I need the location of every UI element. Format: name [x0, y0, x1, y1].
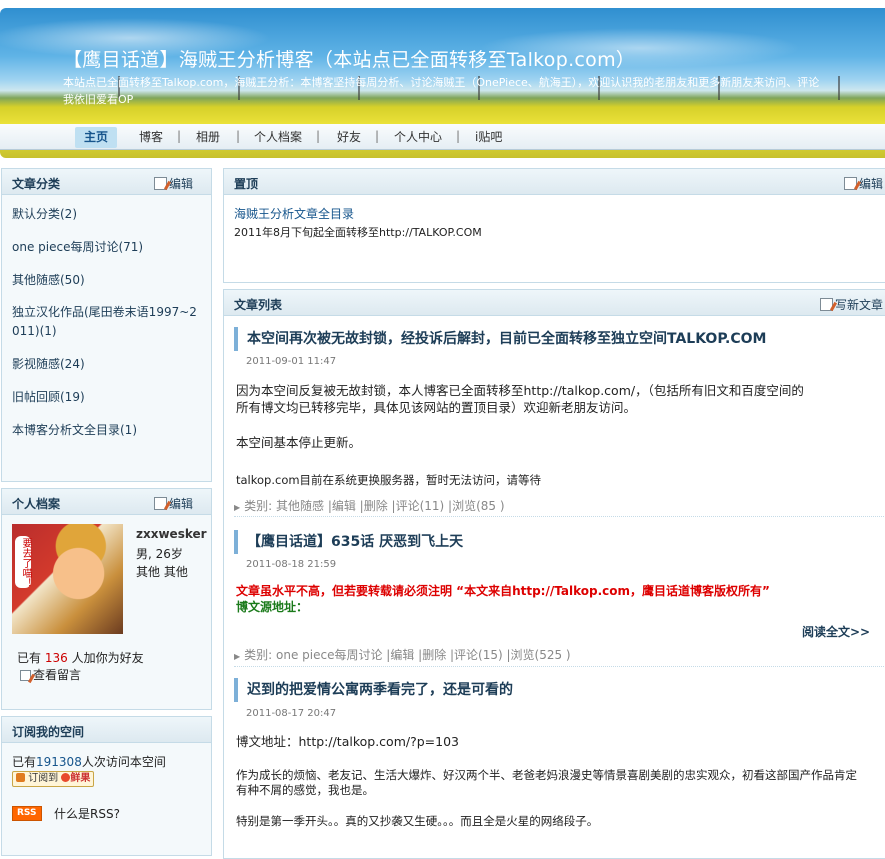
article-divider [234, 666, 884, 667]
write-article-label: 写新文章 [835, 298, 884, 312]
subscribe-header: 订阅我的空间 [2, 717, 211, 743]
visits-prefix: 已有 [12, 755, 37, 769]
article-meta-2[interactable]: ▶ 类别: one piece每周讨论 |编辑 |删除 |评论(15) |浏览(5… [234, 646, 571, 663]
article-meta-1-text: 类别: 其他随感 |编辑 |删除 |评论(11) |浏览(85 ) [244, 499, 505, 513]
article-list-header: 文章列表 写新文章 [224, 290, 885, 316]
nav-home[interactable]: 主页 [75, 127, 118, 148]
pinned-edit-label: 编辑 [859, 177, 884, 191]
article-meta-1[interactable]: ▶ 类别: 其他随感 |编辑 |删除 |评论(11) |浏览(85 ) [234, 497, 505, 514]
profile-gender-age: 男, 26岁 [136, 547, 183, 561]
category-edit-label: 编辑 [169, 177, 194, 191]
site-description-line2: 我依旧爱看OP [63, 93, 134, 106]
category-item-other[interactable]: 其他随感(50) [12, 271, 85, 290]
friends-count: 136 [44, 651, 68, 665]
nav-profile[interactable]: 个人档案 [245, 127, 311, 148]
nav-separator: | [177, 129, 182, 143]
category-edit-button[interactable]: 编辑 [154, 175, 193, 192]
friends-suffix: 人加你为好友 [71, 651, 144, 665]
visits-count: 191308 [36, 755, 82, 769]
edit-icon [844, 177, 857, 190]
profile-edit-button[interactable]: 编辑 [154, 495, 193, 512]
article-meta-2-text: 类别: one piece每周讨论 |编辑 |删除 |评论(15) |浏览(52… [244, 648, 571, 662]
category-item-onepiece[interactable]: one piece每周讨论(71) [12, 238, 143, 257]
profile-edit-label: 编辑 [169, 497, 194, 511]
pinned-panel: 置顶 编辑 海贼王分析文章全目录 2011年8月下旬起全面转移至http://T… [223, 168, 885, 283]
category-header: 文章分类 编辑 [2, 169, 211, 195]
article-list-title: 文章列表 [234, 298, 283, 312]
article-title-3[interactable]: 迟到的把爱情公寓两季看完了，还是可看的 [234, 678, 513, 702]
visit-count-line: 已有191308人次访问本空间 [12, 753, 166, 770]
nav-friends[interactable]: 好友 [328, 127, 370, 148]
nav-album[interactable]: 相册 [187, 127, 229, 148]
profile-title: 个人档案 [12, 497, 61, 511]
article-body-3-line1: 博文地址：http://talkop.com/?p=103 [236, 734, 459, 749]
category-item-translation-cont[interactable]: 011)(1) [12, 322, 57, 341]
category-item-old-posts[interactable]: 旧帖回顾(19) [12, 388, 85, 407]
article-body-1-line3: 本空间基本停止更新。 [236, 435, 362, 450]
main-nav: 主页 博客 | 相册 | 个人档案 | 好友 | 个人中心 | i贴吧 [0, 124, 885, 150]
article-date-1: 2011-09-01 11:47 [246, 356, 337, 367]
nav-blog[interactable]: 博客 [130, 127, 172, 148]
read-more-link[interactable]: 阅读全文>> [802, 623, 870, 640]
article-title-1[interactable]: 本空间再次被无故封锁，经投诉后解封，目前已全面转移至独立空间TALKOP.COM [234, 327, 766, 351]
edit-icon [154, 177, 167, 190]
site-description: 本站点已全面转移至Talkop.com，海贼王分析：本博客坚持每周分析、讨论海贼… [63, 76, 820, 89]
article-copyright-notice: 文章虽水平不高，但若要转载请必须注明 “本文来自http://Talkop.co… [236, 584, 770, 598]
category-item-index[interactable]: 本博客分析文全目录(1) [12, 421, 137, 440]
triangle-icon: ▶ [234, 503, 241, 512]
category-item-translation[interactable]: 独立汉化作品(尾田卷末语1997~2 [12, 303, 197, 322]
nav-personal-center[interactable]: 个人中心 [385, 127, 451, 148]
pinned-title: 置顶 [234, 177, 259, 191]
avatar-speech-bubble: 要去了喵！ [15, 536, 31, 588]
category-panel: 文章分类 编辑 默认分类(2) one piece每周讨论(71) 其他随感(5… [1, 168, 212, 482]
rss-help-link[interactable]: 什么是RSS? [54, 805, 120, 822]
article-body-1-line2: 所有博文均已转移完毕，具体见该网站的置顶目录）欢迎新老朋友访问。 [236, 400, 637, 415]
article-list-panel: 文章列表 写新文章 本空间再次被无故封锁，经投诉后解封，目前已全面转移至独立空间… [223, 289, 885, 859]
feed-button-label: 订阅到 [28, 773, 59, 784]
article-date-2: 2011-08-18 21:59 [246, 559, 337, 570]
profile-panel: 个人档案 编辑 要去了喵！ zxxwesker 男, 26岁 其他 其他 已有 … [1, 488, 212, 710]
nav-separator: | [375, 129, 380, 143]
write-article-button[interactable]: 写新文章 [820, 296, 883, 313]
guestbook-label: 查看留言 [33, 668, 82, 682]
subscribe-title: 订阅我的空间 [12, 725, 85, 739]
nav-separator: | [236, 129, 241, 143]
friends-prefix: 已有 [17, 651, 42, 665]
nav-separator: | [316, 129, 321, 143]
avatar[interactable]: 要去了喵！ [12, 524, 123, 634]
article-title-2[interactable]: 【鹰目话道】635话 厌恶到飞上天 [234, 530, 463, 554]
category-item-movies[interactable]: 影视随感(24) [12, 355, 85, 374]
category-title: 文章分类 [12, 177, 61, 191]
profile-location: 其他 其他 [136, 565, 188, 579]
subscribe-xianguo-button[interactable]: 订阅到 鲜果 [12, 771, 95, 787]
article-body-1-line1: 因为本空间反复被无故封锁，本人博客已全面转移至http://talkop.com… [236, 383, 804, 398]
nav-tieba[interactable]: i贴吧 [466, 127, 511, 148]
pinned-link-move[interactable]: 2011年8月下旬起全面转移至http://TALKOP.COM [234, 224, 482, 240]
article-body-3-line3: 有种不屑的感觉，我也是。 [236, 783, 374, 797]
pinned-header: 置顶 编辑 [224, 169, 885, 195]
note-icon [20, 670, 31, 681]
article-source-label: 博文源地址： [236, 600, 309, 614]
site-title[interactable]: 【鹰目话道】海贼王分析博客（本站点已全面转移至Talkop.com） [63, 45, 635, 72]
article-divider [234, 516, 884, 517]
profile-header: 个人档案 编辑 [2, 489, 211, 515]
pinned-edit-button[interactable]: 编辑 [844, 175, 883, 192]
article-date-3: 2011-08-17 20:47 [246, 708, 337, 719]
subscribe-panel: 订阅我的空间 已有191308人次访问本空间 订阅到 鲜果 RSS 什么是RSS… [1, 716, 212, 856]
pinned-link-index[interactable]: 海贼王分析文章全目录 [234, 205, 354, 222]
profile-username[interactable]: zxxwesker [136, 527, 207, 541]
feed-icon [16, 773, 25, 782]
profile-friends-line: 已有 136 人加你为好友 [17, 649, 144, 666]
category-item-default[interactable]: 默认分类(2) [12, 205, 77, 224]
write-icon [820, 298, 833, 311]
nav-separator: | [456, 129, 461, 143]
article-body-1-line4: talkop.com目前在系统更换服务器，暂时无法访问，请等待 [236, 473, 542, 487]
rss-badge[interactable]: RSS [12, 806, 42, 821]
triangle-icon: ▶ [234, 652, 241, 661]
visits-suffix: 人次访问本空间 [81, 755, 166, 769]
article-body-3-line4: 特别是第一季开头。。真的又抄袭又生硬。。。而且全是火星的网络段子。 [236, 814, 599, 828]
edit-icon [154, 497, 167, 510]
guestbook-link[interactable]: 查看留言 [20, 666, 81, 683]
feed-brand: 鲜果 [70, 773, 91, 784]
